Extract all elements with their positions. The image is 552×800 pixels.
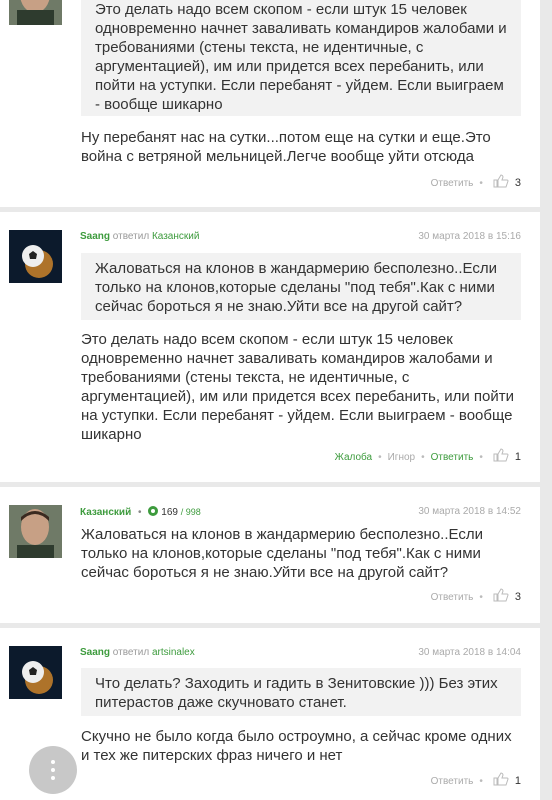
comment-text: Скучно не было когда было остроумно, а с… [81, 728, 512, 764]
reply-button[interactable]: Ответить [431, 776, 474, 787]
avatar[interactable] [9, 230, 62, 283]
comment-card: Казанский • 169 / 998 30 марта 2018 в 14… [0, 487, 540, 623]
author-name[interactable]: Saang [80, 231, 110, 242]
avatar[interactable] [9, 505, 62, 558]
avatar[interactable] [9, 0, 62, 25]
avatar[interactable] [9, 646, 62, 699]
comment-date: 30 марта 2018 в 14:52 [418, 506, 521, 517]
comment-date: 30 марта 2018 в 15:16 [418, 231, 521, 242]
thumbs-up-icon[interactable] [493, 448, 509, 462]
thumbs-up-icon[interactable] [493, 772, 509, 786]
like-count: 1 [514, 451, 521, 463]
comment-actions: Ответить • 1 [431, 772, 521, 790]
comment-meta: Saang ответил Казанский 30 марта 2018 в … [80, 229, 521, 245]
comment-card: Saang ответил Казанский 30 марта 2018 в … [0, 212, 540, 482]
reply-to-user[interactable]: artsinalex [152, 647, 195, 658]
quoted-comment: Что делать? Заходить и гадить в Зенитовс… [81, 668, 521, 716]
reply-word: ответил [112, 647, 150, 658]
author-name[interactable]: Saang [80, 647, 110, 658]
comment-actions: Ответить • 3 [431, 588, 521, 606]
quoted-comment: Это делать надо всем скопом - если штук … [81, 0, 521, 116]
reply-word: ответил [112, 231, 150, 242]
comment-text: Жаловаться на клонов в жандармерию беспо… [81, 526, 483, 581]
comment-card: Это делать надо всем скопом - если штук … [0, 0, 540, 207]
thumbs-up-icon[interactable] [493, 588, 509, 602]
complain-button[interactable]: Жалоба [335, 452, 372, 463]
thumbs-up-icon[interactable] [493, 174, 509, 188]
quoted-comment: Жаловаться на клонов в жандармерию беспо… [81, 253, 521, 320]
user-rating-max: / 998 [180, 507, 201, 517]
comment-text: Это делать надо всем скопом - если штук … [81, 331, 514, 443]
comment-actions: Ответить • 3 [431, 174, 521, 192]
avatar-man-image [9, 505, 62, 558]
ignore-button[interactable]: Игнор [388, 452, 415, 463]
like-count: 3 [514, 591, 521, 603]
comment-meta: Казанский • 169 / 998 30 марта 2018 в 14… [80, 506, 521, 518]
avatar-soccer-ball-image [9, 646, 62, 699]
user-rating: 169 [161, 507, 178, 518]
comment-card: Saang ответил artsinalex 30 марта 2018 в… [0, 628, 540, 800]
comment-meta: Saang ответил artsinalex 30 марта 2018 в… [80, 645, 521, 661]
comment-actions: Жалоба • Игнор • Ответить • 1 [335, 448, 521, 466]
reply-button[interactable]: Ответить [431, 452, 474, 463]
comment-date: 30 марта 2018 в 14:04 [418, 647, 521, 658]
avatar-man-image [9, 0, 62, 25]
comment-text: Ну перебанят нас на сутки...потом еще на… [81, 129, 491, 165]
reply-button[interactable]: Ответить [431, 178, 474, 189]
author-name[interactable]: Казанский [80, 507, 131, 518]
avatar-soccer-ball-image [9, 230, 62, 283]
like-count: 1 [514, 775, 521, 787]
rating-icon [148, 506, 159, 516]
more-vertical-icon[interactable] [29, 746, 77, 794]
like-count: 3 [514, 177, 521, 189]
reply-to-user[interactable]: Казанский [152, 231, 200, 242]
reply-button[interactable]: Ответить [431, 592, 474, 603]
